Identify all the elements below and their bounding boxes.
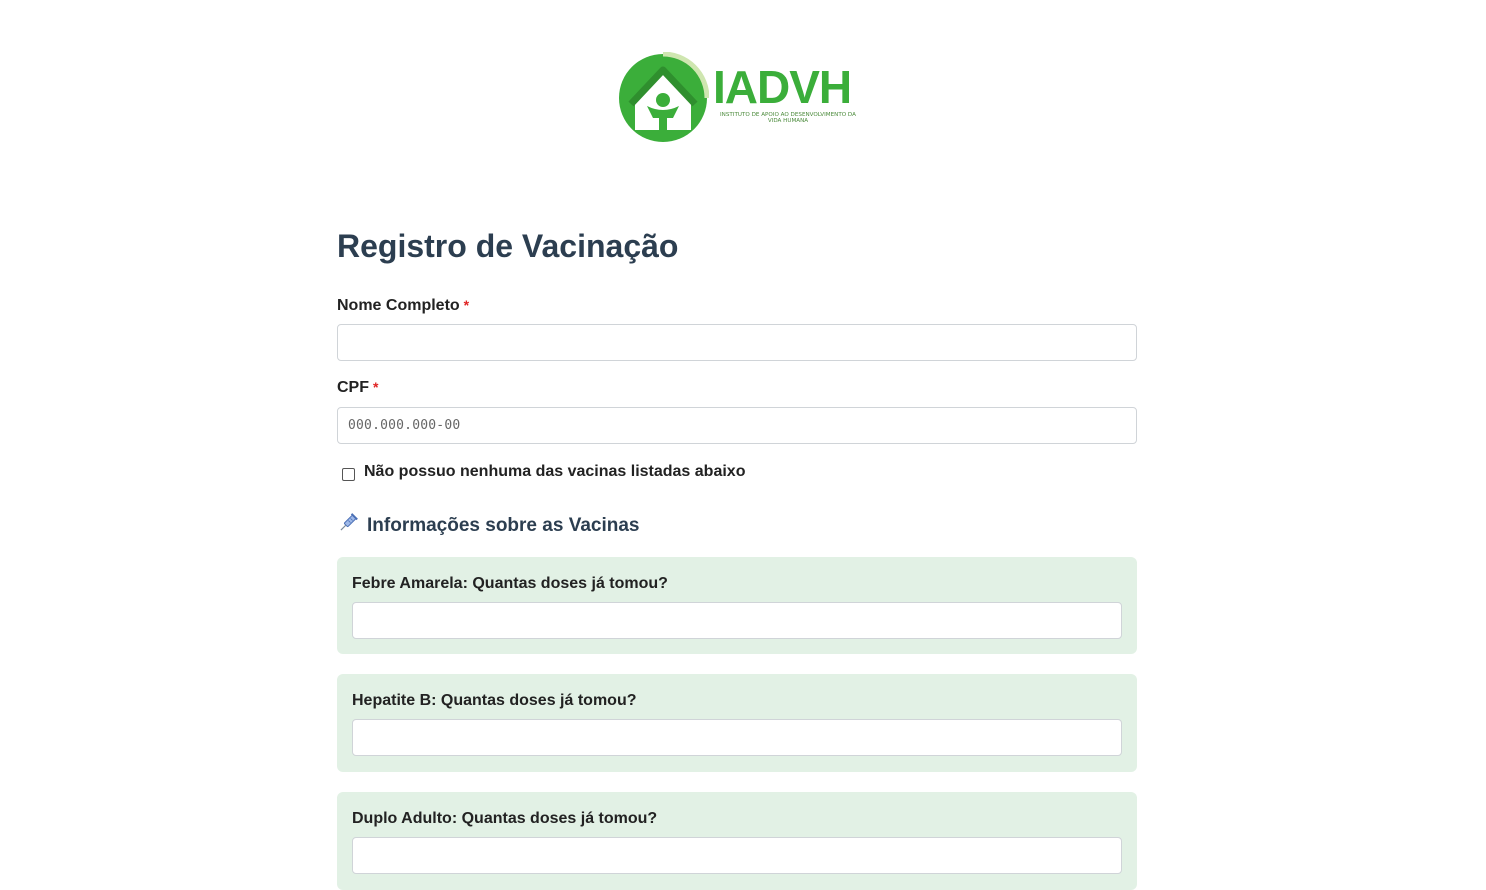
logo-subtitle: INSTITUTO DE APOIO AO DESENVOLVIMENTO DA… [720, 112, 856, 125]
no-vaccine-label[interactable]: Não possuo nenhuma das vacinas listadas … [364, 463, 745, 481]
vaccine-question: Febre Amarela: Quantas doses já tomou? [352, 575, 668, 592]
duplo-adulto-doses-input[interactable] [352, 837, 1122, 874]
syringe-icon [340, 513, 358, 531]
vaccine-card-duplo-adulto: Duplo Adulto: Quantas doses já tomou? [337, 792, 1137, 890]
cpf-input[interactable]: 000.000.000-00 [337, 407, 1137, 444]
logo-text: IADVH [713, 61, 852, 113]
cpf-placeholder: 000.000.000-00 [348, 418, 461, 433]
vaccine-section-title: Informações sobre as Vacinas [337, 512, 639, 537]
logo-emblem-icon [619, 52, 709, 142]
page-title: Registro de Vacinação [337, 228, 679, 264]
required-marker: * [463, 297, 470, 313]
vaccine-card-hepatite-b: Hepatite B: Quantas doses já tomou? [337, 674, 1137, 772]
no-vaccine-checkbox[interactable] [342, 468, 355, 481]
full-name-input[interactable] [337, 324, 1137, 361]
febre-amarela-doses-input[interactable] [352, 602, 1122, 639]
vaccine-card-febre-amarela: Febre Amarela: Quantas doses já tomou? [337, 557, 1137, 654]
cpf-label-text: CPF [337, 379, 369, 396]
name-label: Nome Completo * [337, 297, 469, 315]
vaccine-question: Hepatite B: Quantas doses já tomou? [352, 692, 637, 709]
vaccine-section-title-text: Informações sobre as Vacinas [367, 515, 640, 536]
logo: IADVH INSTITUTO DE APOIO AO DESENVOLVIME… [617, 52, 862, 144]
cpf-label: CPF * [337, 379, 378, 397]
vaccine-question: Duplo Adulto: Quantas doses já tomou? [352, 810, 658, 827]
name-label-text: Nome Completo [337, 297, 460, 314]
required-marker: * [373, 379, 379, 395]
hepatite-b-doses-input[interactable] [352, 719, 1122, 756]
